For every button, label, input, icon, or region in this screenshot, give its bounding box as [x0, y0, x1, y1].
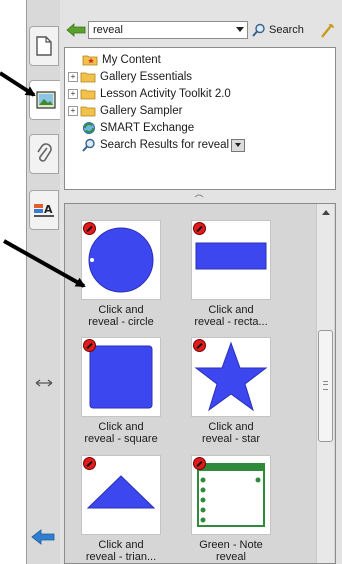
gallery-item-green-note[interactable]: Green - Note reveal [177, 440, 285, 563]
scroll-up-icon[interactable] [322, 210, 330, 215]
tree-item-label: My Content [102, 54, 161, 66]
search-input[interactable]: reveal [88, 21, 248, 39]
locked-badge-icon [83, 339, 96, 352]
expand-icon[interactable]: + [68, 72, 78, 82]
sidebar-tab-strip: A [26, 0, 62, 564]
search-history-dropdown-icon[interactable] [236, 27, 244, 32]
tree-item-lesson-activity-toolkit[interactable]: + Lesson Activity Toolkit 2.0 [68, 86, 231, 102]
caption-line: Click and [98, 304, 144, 316]
splitter-grip-icon [194, 194, 204, 198]
tree-item-smart-exchange[interactable]: SMART Exchange [82, 120, 194, 136]
page-sorter-icon [36, 36, 52, 56]
caption-line: Click and [98, 539, 144, 551]
locked-badge-icon [193, 457, 206, 470]
expand-icon[interactable]: + [68, 106, 78, 116]
tree-item-label: Lesson Activity Toolkit 2.0 [100, 88, 231, 100]
tree-item-label: SMART Exchange [100, 122, 195, 134]
svg-text:A: A [44, 203, 53, 216]
gallery-item-star[interactable]: Click and reveal - star [177, 322, 285, 445]
gallery-tree: My Content + Gallery Essentials + Lesson… [64, 47, 336, 190]
caption-line: Click and [208, 421, 254, 433]
grip-icon [323, 381, 328, 390]
caption-line: reveal [216, 551, 246, 563]
gallery-content-area: Click and reveal - circle Click and reve… [64, 203, 336, 564]
locked-badge-icon [83, 457, 96, 470]
tree-item-my-content[interactable]: My Content [82, 52, 161, 68]
properties-icon: A [34, 203, 54, 217]
gallery-tools-icon[interactable] [318, 21, 336, 39]
gallery-picture-icon [35, 91, 56, 109]
tree-item-gallery-essentials[interactable]: + Gallery Essentials [68, 69, 192, 85]
my-content-folder-icon [82, 55, 98, 66]
tree-item-label: Gallery Sampler [100, 105, 183, 117]
gallery-scrollbar[interactable] [316, 204, 334, 563]
folder-icon [80, 89, 96, 100]
panel-splitter[interactable] [64, 192, 336, 200]
gallery-item-caption: Green - Note reveal [177, 539, 285, 563]
expand-icon[interactable]: + [68, 89, 78, 99]
magnifier-icon [252, 23, 265, 37]
back-arrow-icon[interactable] [66, 22, 86, 38]
caption-line: Click and [208, 304, 254, 316]
search-input-value: reveal [93, 24, 123, 36]
folder-icon [80, 106, 96, 117]
locked-badge-icon [83, 222, 96, 235]
collapse-sidebar-arrow-icon[interactable] [30, 528, 56, 546]
exchange-globe-icon [83, 122, 95, 134]
move-sidebar-icon[interactable] [35, 378, 53, 388]
locked-badge-icon [193, 339, 206, 352]
gallery-item-triangle[interactable]: Click and reveal - trian... [67, 440, 175, 563]
search-button[interactable]: Search [252, 21, 304, 39]
tree-item-search-results[interactable]: Search Results for reveal [82, 137, 246, 153]
gallery-item-square[interactable]: Click and reveal - square [67, 322, 175, 445]
properties-tab[interactable]: A [29, 190, 59, 230]
search-toolbar: reveal Search [62, 19, 338, 43]
gallery-item-caption: Click and reveal - trian... [67, 539, 175, 563]
caption-line: reveal - trian... [85, 551, 157, 563]
gallery-tab[interactable] [29, 80, 62, 120]
attachments-tab[interactable] [29, 134, 59, 174]
tree-item-gallery-sampler[interactable]: + Gallery Sampler [68, 103, 182, 119]
paperclip-icon [37, 143, 52, 162]
caption-line: Green - Note [199, 539, 263, 551]
gallery-item-rectangle[interactable]: Click and reveal - recta... [177, 205, 285, 328]
search-results-menu-dropdown[interactable] [231, 138, 246, 152]
search-icon [82, 138, 95, 152]
tree-item-label: Search Results for reveal [100, 139, 230, 151]
scrollbar-thumb[interactable] [318, 330, 333, 442]
caption-line: Click and [98, 421, 144, 433]
page-sorter-tab[interactable] [29, 26, 59, 66]
search-button-label: Search [269, 24, 304, 36]
tree-item-label: Gallery Essentials [100, 71, 193, 83]
gallery-item-circle[interactable]: Click and reveal - circle [67, 205, 175, 328]
locked-badge-icon [193, 222, 206, 235]
folder-icon [80, 72, 96, 83]
